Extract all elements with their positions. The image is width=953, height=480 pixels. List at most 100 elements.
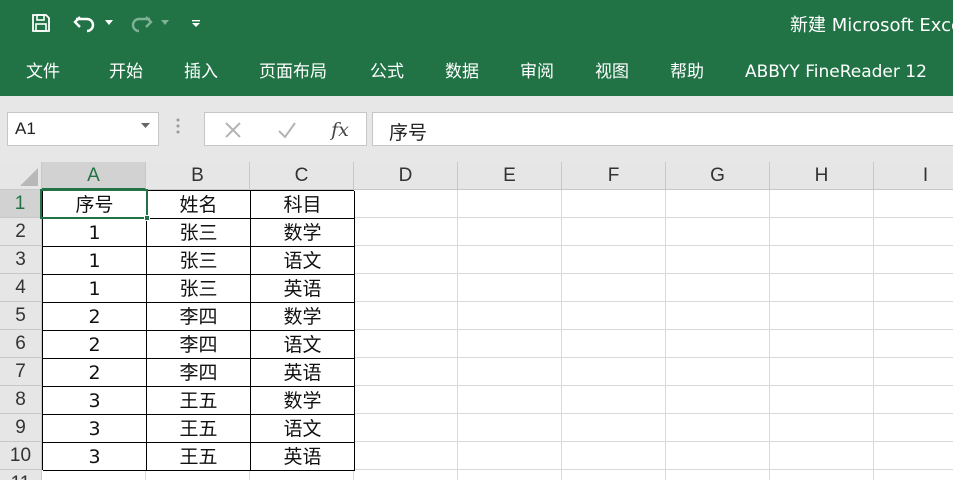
cell-b2[interactable]: 张三 — [147, 219, 251, 247]
column-header-f[interactable]: F — [562, 162, 666, 190]
cell-a2[interactable]: 1 — [43, 219, 147, 247]
customize-icon — [192, 20, 200, 27]
cell-c9[interactable]: 语文 — [251, 415, 355, 443]
redo-dropdown[interactable] — [159, 8, 171, 38]
fx-icon: fx — [331, 119, 349, 141]
cell-c4[interactable]: 英语 — [251, 275, 355, 303]
check-icon — [278, 122, 296, 139]
cell-a7[interactable]: 2 — [43, 359, 147, 387]
cell-b5[interactable]: 李四 — [147, 303, 251, 331]
grip-dots-icon[interactable] — [176, 118, 180, 134]
formula-bar: A1 fx 序号 — [0, 96, 953, 162]
tab-help[interactable]: 帮助 — [670, 48, 704, 96]
name-box-value: A1 — [15, 119, 36, 138]
column-header-i[interactable]: I — [874, 162, 953, 190]
row-header-4[interactable]: 4 — [0, 274, 42, 302]
cancel-button[interactable] — [222, 118, 244, 142]
tab-formulas[interactable]: 公式 — [370, 48, 404, 96]
tab-review[interactable]: 审阅 — [520, 48, 554, 96]
cell-a6[interactable]: 2 — [43, 331, 147, 359]
tab-file[interactable]: 文件 — [26, 48, 60, 96]
cell-b7[interactable]: 李四 — [147, 359, 251, 387]
cell-c1[interactable]: 科目 — [251, 191, 355, 219]
gridline — [769, 190, 770, 480]
cell-c3[interactable]: 语文 — [251, 247, 355, 275]
gridline — [873, 190, 874, 480]
gridline — [561, 190, 562, 480]
cell-c8[interactable]: 数学 — [251, 387, 355, 415]
gridline — [353, 470, 354, 480]
window-title: 新建 Microsoft Exce — [790, 15, 953, 36]
enter-button[interactable] — [275, 118, 299, 142]
column-header-a[interactable]: A — [42, 162, 146, 190]
cell-a8[interactable]: 3 — [43, 387, 147, 415]
undo-dropdown[interactable] — [103, 8, 115, 38]
undo-button[interactable] — [70, 8, 100, 38]
chevron-down-icon — [105, 20, 113, 25]
cell-c5[interactable]: 数学 — [251, 303, 355, 331]
insert-function-button[interactable]: fx — [327, 118, 353, 142]
chevron-down-icon[interactable] — [141, 123, 150, 129]
tab-view[interactable]: 视图 — [595, 48, 629, 96]
tab-abbyy[interactable]: ABBYY FineReader 12 — [745, 48, 927, 96]
tab-insert[interactable]: 插入 — [184, 48, 218, 96]
cell-c6[interactable]: 语文 — [251, 331, 355, 359]
cell-b4[interactable]: 张三 — [147, 275, 251, 303]
save-icon — [32, 14, 50, 32]
title-bar: 新建 Microsoft Exce — [0, 0, 953, 48]
gridline — [249, 470, 250, 480]
row-header-2[interactable]: 2 — [0, 218, 42, 246]
tab-page-layout[interactable]: 页面布局 — [259, 48, 327, 96]
select-all-triangle-icon — [20, 168, 38, 186]
undo-icon — [73, 16, 95, 33]
cell-b10[interactable]: 王五 — [147, 443, 251, 471]
cell-a10[interactable]: 3 — [43, 443, 147, 471]
cell-a1[interactable]: 序号 — [43, 191, 147, 219]
column-header-c[interactable]: C — [250, 162, 354, 190]
cell-b3[interactable]: 张三 — [147, 247, 251, 275]
gridline — [145, 470, 146, 480]
row-header-8[interactable]: 8 — [0, 386, 42, 414]
redo-icon — [131, 16, 153, 33]
ribbon-tabs: 文件 开始 插入 页面布局 公式 数据 审阅 视图 帮助 ABBYY FineR… — [0, 48, 953, 96]
cell-a5[interactable]: 2 — [43, 303, 147, 331]
gridline — [457, 190, 458, 480]
tab-data[interactable]: 数据 — [445, 48, 479, 96]
cell-c10[interactable]: 英语 — [251, 443, 355, 471]
row-header-7[interactable]: 7 — [0, 358, 42, 386]
cell-b6[interactable]: 李四 — [147, 331, 251, 359]
formula-buttons: fx — [204, 112, 367, 146]
row-header-3[interactable]: 3 — [0, 246, 42, 274]
save-button[interactable] — [28, 8, 54, 38]
chevron-down-icon — [161, 20, 169, 25]
row-header-5[interactable]: 5 — [0, 302, 42, 330]
redo-button[interactable] — [126, 8, 156, 38]
cell-b8[interactable]: 王五 — [147, 387, 251, 415]
cell-a9[interactable]: 3 — [43, 415, 147, 443]
row-header-10[interactable]: 10 — [0, 442, 42, 470]
cell-b1[interactable]: 姓名 — [147, 191, 251, 219]
formula-content: 序号 — [389, 122, 428, 144]
cell-c2[interactable]: 数学 — [251, 219, 355, 247]
gridline — [665, 190, 666, 480]
row-header-1[interactable]: 1 — [0, 190, 42, 218]
cell-a3[interactable]: 1 — [43, 247, 147, 275]
column-header-d[interactable]: D — [354, 162, 458, 190]
column-header-h[interactable]: H — [770, 162, 874, 190]
customize-qat-button[interactable] — [188, 8, 204, 38]
cell-c7[interactable]: 英语 — [251, 359, 355, 387]
tab-home[interactable]: 开始 — [109, 48, 143, 96]
row-header-6[interactable]: 6 — [0, 330, 42, 358]
cell-a4[interactable]: 1 — [43, 275, 147, 303]
name-box[interactable]: A1 — [7, 112, 159, 146]
row-header-11[interactable]: 11 — [0, 470, 42, 480]
select-all-button[interactable] — [0, 162, 42, 190]
column-header-e[interactable]: E — [458, 162, 562, 190]
column-header-g[interactable]: G — [666, 162, 770, 190]
cell-b9[interactable]: 王五 — [147, 415, 251, 443]
worksheet-grid: A B C D E F G H I 1 2 3 4 5 6 7 8 9 10 1… — [0, 162, 953, 480]
fill-handle[interactable] — [144, 215, 150, 221]
formula-input[interactable]: 序号 — [372, 112, 953, 146]
row-header-9[interactable]: 9 — [0, 414, 42, 442]
column-header-b[interactable]: B — [146, 162, 250, 190]
